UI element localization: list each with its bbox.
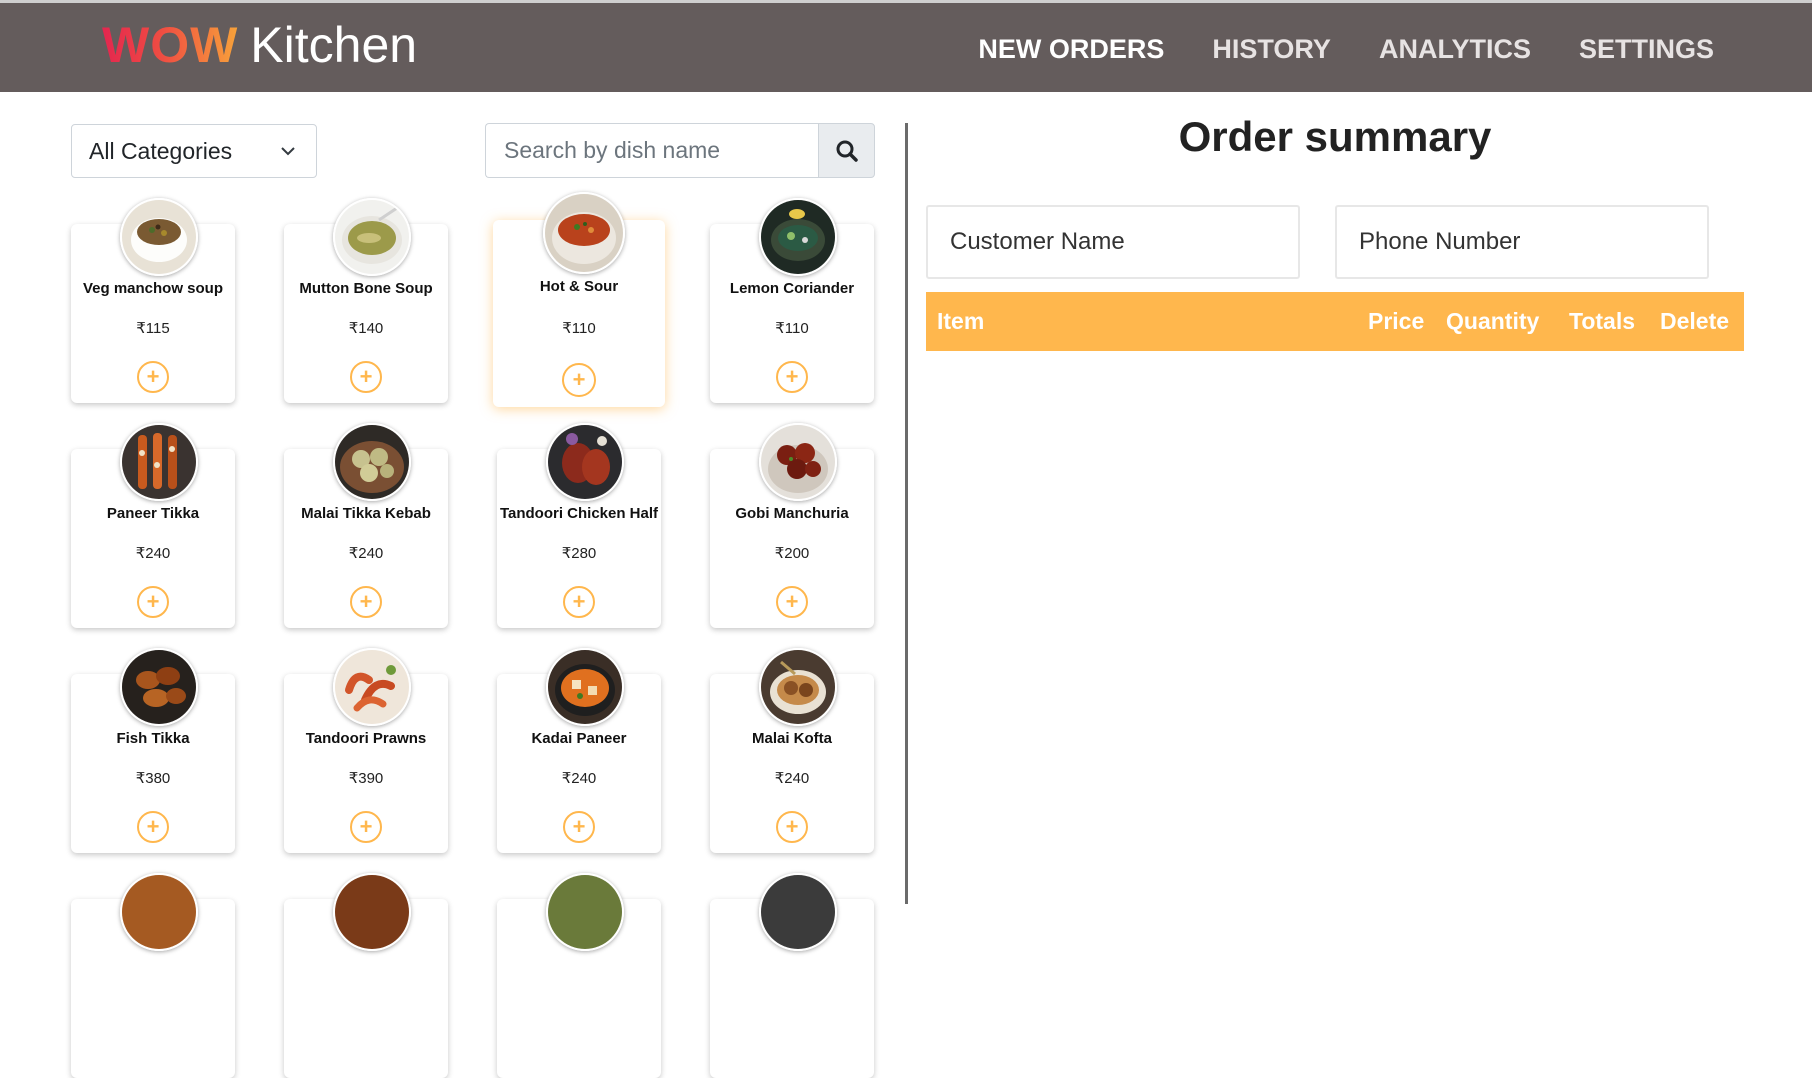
dish-price: ₹280: [561, 545, 597, 562]
menu-card[interactable]: Tandoori Prawns ₹390 +: [284, 648, 448, 853]
dish-thumbnail-icon: [546, 873, 624, 951]
dish-price: ₹240: [561, 770, 597, 787]
add-dish-button[interactable]: +: [562, 363, 596, 397]
dish-price: ₹240: [348, 545, 384, 562]
menu-card-hover[interactable]: Hot & Sour ₹110 +: [493, 192, 665, 407]
add-dish-button[interactable]: +: [350, 811, 382, 843]
dish-name: Veg manchow soup: [82, 280, 224, 297]
column-price: Price: [1368, 308, 1425, 334]
fish-plate-icon: [120, 648, 198, 726]
dish-name: Fish Tikka: [116, 730, 190, 747]
add-dish-button[interactable]: +: [776, 811, 808, 843]
dish-thumbnail-icon: [759, 873, 837, 951]
column-delete: Delete: [1660, 308, 1730, 334]
brand-kitchen-text: Kitchen: [250, 17, 418, 73]
dish-name: Paneer Tikka: [106, 505, 200, 522]
add-dish-button[interactable]: +: [350, 586, 382, 618]
category-select[interactable]: All Categories: [71, 124, 317, 178]
search-button[interactable]: [818, 123, 875, 178]
menu-card[interactable]: Malai Kofta ₹240 +: [710, 648, 874, 853]
chevron-down-icon: [281, 147, 295, 156]
category-select-value: All Categories: [89, 138, 233, 164]
soup-bowl-icon: [120, 198, 198, 276]
dish-price: ₹240: [774, 770, 810, 787]
dish-price: ₹110: [562, 320, 596, 337]
menu-card[interactable]: Veg manchow soup ₹115 +: [71, 198, 235, 403]
dish-thumbnail-icon: [333, 873, 411, 951]
dish-name: Tandoori Chicken Half: [499, 505, 659, 522]
dish-price: ₹380: [135, 770, 171, 787]
add-dish-button[interactable]: +: [776, 586, 808, 618]
dish-name: Malai Tikka Kebab: [301, 505, 431, 522]
chicken-plate-icon: [546, 423, 624, 501]
dish-price: ₹200: [774, 545, 810, 562]
column-quantity: Quantity: [1446, 308, 1540, 334]
dish-thumbnail-icon: [120, 873, 198, 951]
dish-name: Hot & Sour: [539, 278, 619, 295]
dish-name: Tandoori Prawns: [305, 730, 427, 747]
kebab-plate-icon: [333, 423, 411, 501]
panel-divider: [905, 123, 908, 904]
prawn-plate-icon: [333, 648, 411, 726]
add-dish-button[interactable]: +: [350, 361, 382, 393]
search-input[interactable]: Search by dish name: [485, 123, 819, 178]
menu-card[interactable]: Paneer Tikka ₹240 +: [71, 423, 235, 628]
dish-name: Malai Kofta: [751, 730, 832, 747]
brand-logo[interactable]: WOW Kitchen: [102, 13, 417, 77]
menu-card-partial[interactable]: [284, 873, 448, 1078]
menu-card-partial[interactable]: [71, 873, 235, 1078]
brand-wow-text: WOW: [102, 17, 239, 73]
nav-new-orders[interactable]: NEW ORDERS: [978, 32, 1164, 66]
skewer-plate-icon: [120, 423, 198, 501]
add-dish-button[interactable]: +: [563, 586, 595, 618]
dish-name: Kadai Paneer: [531, 730, 627, 747]
nav-settings[interactable]: SETTINGS: [1579, 32, 1714, 66]
add-dish-button[interactable]: +: [137, 586, 169, 618]
manchurian-bowl-icon: [759, 423, 837, 501]
soup-bowl-icon: [333, 198, 411, 276]
search-icon: [836, 140, 858, 162]
nav-history[interactable]: HISTORY: [1212, 32, 1331, 66]
menu-card[interactable]: Fish Tikka ₹380 +: [71, 648, 235, 853]
column-item: Item: [937, 308, 985, 334]
dish-price: ₹110: [775, 320, 809, 337]
add-dish-button[interactable]: +: [137, 361, 169, 393]
dish-name: Lemon Coriander: [729, 280, 855, 297]
nav-analytics[interactable]: ANALYTICS: [1379, 32, 1531, 66]
add-dish-button[interactable]: +: [563, 811, 595, 843]
order-summary-title: Order summary: [1178, 113, 1492, 160]
menu-card[interactable]: Mutton Bone Soup ₹140 +: [284, 198, 448, 403]
phone-number-field[interactable]: Phone Number: [1335, 205, 1709, 279]
phone-number-placeholder: Phone Number: [1359, 228, 1521, 255]
menu-card[interactable]: Kadai Paneer ₹240 +: [497, 648, 661, 853]
menu-card[interactable]: Lemon Coriander ₹110 +: [710, 198, 874, 403]
menu-card-partial[interactable]: [710, 873, 874, 1078]
dish-name: Mutton Bone Soup: [299, 280, 433, 297]
dish-price: ₹390: [348, 770, 384, 787]
search-placeholder: Search by dish name: [504, 137, 721, 163]
soup-bowl-icon: [543, 192, 625, 274]
menu-card-partial[interactable]: [497, 873, 661, 1078]
customer-name-field[interactable]: Customer Name: [926, 205, 1300, 279]
menu-card[interactable]: Malai Tikka Kebab ₹240 +: [284, 423, 448, 628]
menu-card[interactable]: Tandoori Chicken Half ₹280 +: [497, 423, 661, 628]
add-dish-button[interactable]: +: [137, 811, 169, 843]
column-totals: Totals: [1569, 308, 1636, 334]
soup-bowl-icon: [759, 198, 837, 276]
customer-name-placeholder: Customer Name: [950, 228, 1125, 255]
order-table-header: Item Price Quantity Totals Delete: [926, 292, 1744, 351]
nav-links: NEW ORDERS HISTORY ANALYTICS SETTINGS: [978, 32, 1714, 66]
dish-price: ₹115: [136, 320, 170, 337]
curry-bowl-icon: [546, 648, 624, 726]
dish-price: ₹140: [348, 320, 384, 337]
dish-price: ₹240: [135, 545, 171, 562]
kofta-bowl-icon: [759, 648, 837, 726]
dish-name: Gobi Manchuria: [735, 505, 849, 522]
top-navbar: WOW Kitchen NEW ORDERS HISTORY ANALYTICS …: [0, 3, 1812, 92]
menu-card[interactable]: Gobi Manchuria ₹200 +: [710, 423, 874, 628]
add-dish-button[interactable]: +: [776, 361, 808, 393]
